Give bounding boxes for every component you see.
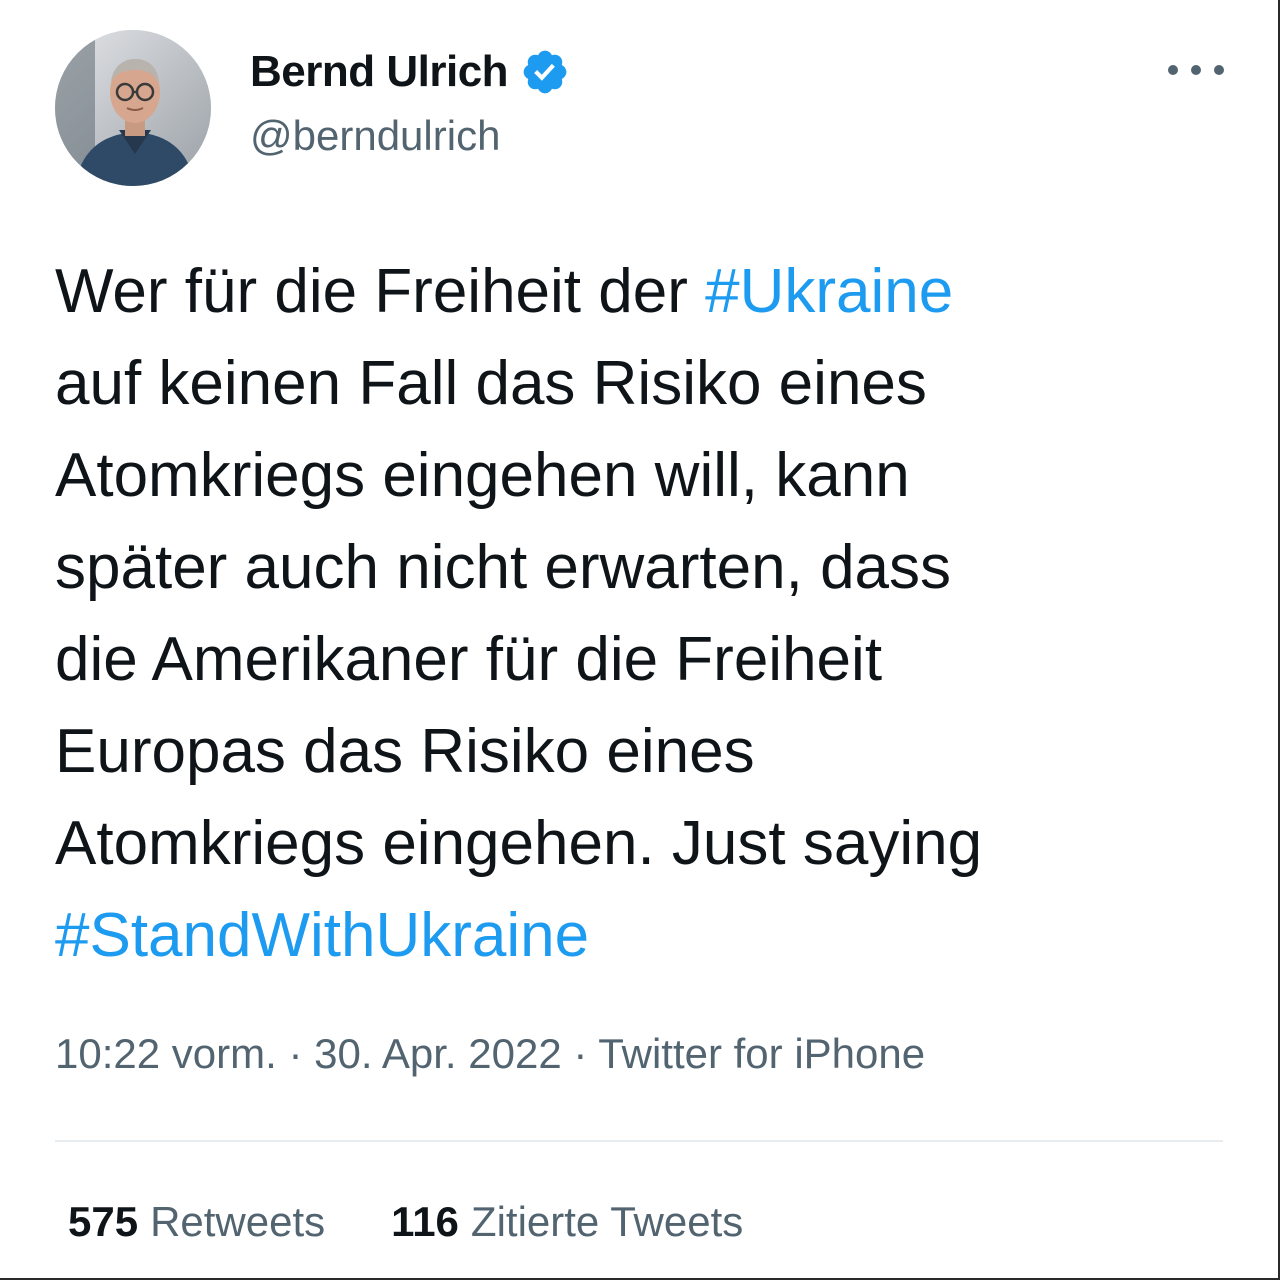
tweet-line: Atomkriegs eingehen will, kann	[55, 441, 910, 510]
meta-separator: ·	[288, 1030, 303, 1077]
hashtag-ukraine-link[interactable]: #Ukraine	[705, 257, 953, 326]
tweet-source[interactable]: Twitter for iPhone	[598, 1030, 925, 1077]
tweet-line: Atomkriegs eingehen. Just saying	[55, 809, 983, 878]
quote-tweets-count: 116	[391, 1198, 459, 1245]
profile-photo-icon	[55, 30, 211, 186]
retweets-label: Retweets	[150, 1198, 326, 1245]
tweet-line: #StandWithUkraine	[55, 890, 1255, 982]
tweet-line: Europas das Risiko eines	[55, 717, 755, 786]
tweet-line: die Amerikaner für die Freiheit	[55, 625, 883, 694]
avatar[interactable]	[55, 30, 211, 186]
retweets-count: 575	[68, 1198, 139, 1245]
tweet-line: auf keinen Fall das Risiko eines	[55, 349, 927, 418]
quote-tweets-label: Zitierte Tweets	[470, 1198, 744, 1245]
divider	[55, 1140, 1223, 1142]
tweet-time[interactable]: 10:22 vorm.	[55, 1030, 277, 1077]
tweet-text-segment: Wer für die Freiheit der	[55, 257, 706, 326]
quote-tweets-stat[interactable]: 116 Zitierte Tweets	[391, 1198, 743, 1246]
tweet-card: Bernd Ulrich @berndulrich Wer für die Fr…	[0, 0, 1280, 1280]
hashtag-standwithukraine-link[interactable]: #StandWithUkraine	[55, 901, 589, 970]
display-name[interactable]: Bernd Ulrich	[250, 47, 509, 97]
tweet-meta: 10:22 vorm. · 30. Apr. 2022 · Twitter fo…	[55, 1030, 925, 1078]
tweet-text: Wer für die Freiheit der #Ukraine auf ke…	[55, 246, 1255, 982]
verified-badge-icon	[523, 50, 567, 94]
retweets-stat[interactable]: 575 Retweets	[68, 1198, 325, 1246]
author-name-row[interactable]: Bernd Ulrich	[250, 42, 570, 102]
meta-separator: ·	[573, 1030, 588, 1077]
tweet-line: später auch nicht erwarten, dass	[55, 533, 952, 602]
tweet-date[interactable]: 30. Apr. 2022	[314, 1030, 562, 1077]
author-handle[interactable]: @berndulrich	[250, 112, 500, 160]
tweet-line: Wer für die Freiheit der #Ukraine	[55, 246, 1255, 338]
tweet-stats: 575 Retweets 116 Zitierte Tweets	[68, 1198, 743, 1246]
more-options-icon[interactable]	[1168, 50, 1224, 90]
